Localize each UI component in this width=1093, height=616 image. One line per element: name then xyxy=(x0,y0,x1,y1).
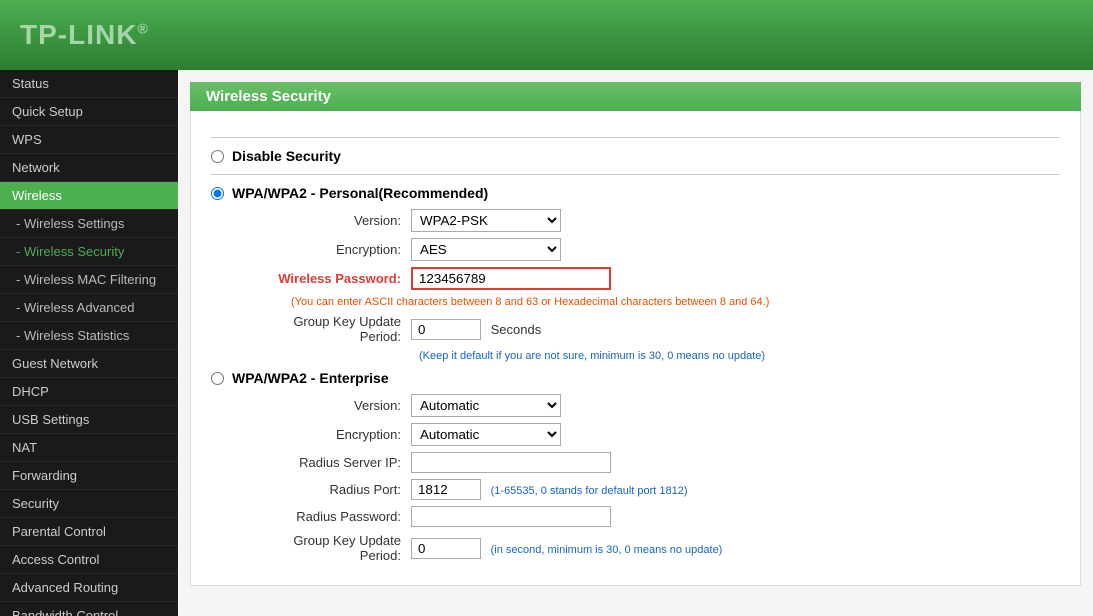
sidebar-item-wireless-settings[interactable]: - Wireless Settings xyxy=(0,210,178,238)
sidebar-item-advanced-routing[interactable]: Advanced Routing xyxy=(0,574,178,602)
enterprise-radius-port-input-wrap: (1-65535, 0 stands for default port 1812… xyxy=(411,479,688,500)
enterprise-radius-ip-input-wrap xyxy=(411,452,611,473)
sidebar-item-wps[interactable]: WPS xyxy=(0,126,178,154)
sidebar-item-security[interactable]: Security xyxy=(0,490,178,518)
enterprise-radius-ip-row: Radius Server IP: xyxy=(251,452,1060,473)
disable-security-radio[interactable] xyxy=(211,150,224,163)
enterprise-radius-ip-label: Radius Server IP: xyxy=(251,455,411,470)
personal-password-label: Wireless Password: xyxy=(251,271,411,286)
enterprise-radius-password-input-wrap xyxy=(411,506,611,527)
wpa-personal-row: WPA/WPA2 - Personal(Recommended) xyxy=(211,185,1060,201)
sidebar-item-network[interactable]: Network xyxy=(0,154,178,182)
enterprise-group-key-input[interactable] xyxy=(411,538,481,559)
page-title-bar: Wireless Security xyxy=(190,82,1081,111)
content-area: Disable Security WPA/WPA2 - Personal(Rec… xyxy=(190,111,1081,586)
main-layout: Status Quick Setup WPS Network Wireless … xyxy=(0,70,1093,616)
personal-encryption-select[interactable]: Automatic TKIP AES xyxy=(411,238,561,261)
personal-encryption-label: Encryption: xyxy=(251,242,411,257)
sidebar-item-status[interactable]: Status xyxy=(0,70,178,98)
sidebar-item-usb-settings[interactable]: USB Settings xyxy=(0,406,178,434)
personal-encryption-input-wrap: Automatic TKIP AES xyxy=(411,238,561,261)
personal-password-hint: (You can enter ASCII characters between … xyxy=(291,296,1060,308)
main-content: Wireless Security Disable Security WPA/W… xyxy=(178,70,1093,616)
header: TP-LINK® xyxy=(0,0,1093,70)
disable-security-row: Disable Security xyxy=(211,148,1060,164)
sidebar-item-bandwidth-control[interactable]: Bandwidth Control xyxy=(0,602,178,616)
divider-1 xyxy=(211,174,1060,175)
enterprise-group-key-label: Group Key Update Period: xyxy=(251,533,411,563)
personal-group-key-hint: (Keep it default if you are not sure, mi… xyxy=(419,350,1060,362)
personal-group-key-label: Group Key Update Period: xyxy=(251,314,411,344)
sidebar-item-parental-control[interactable]: Parental Control xyxy=(0,518,178,546)
enterprise-radius-ip-input[interactable] xyxy=(411,452,611,473)
wpa-personal-label[interactable]: WPA/WPA2 - Personal(Recommended) xyxy=(232,185,488,201)
sidebar-item-quick-setup[interactable]: Quick Setup xyxy=(0,98,178,126)
sidebar-item-forwarding[interactable]: Forwarding xyxy=(0,462,178,490)
enterprise-radius-password-row: Radius Password: xyxy=(251,506,1060,527)
sidebar-item-wireless-mac[interactable]: - Wireless MAC Filtering xyxy=(0,266,178,294)
personal-password-row: Wireless Password: xyxy=(251,267,1060,290)
enterprise-encryption-select[interactable]: Automatic TKIP AES xyxy=(411,423,561,446)
personal-password-input[interactable] xyxy=(411,267,611,290)
enterprise-group-key-hint: (in second, minimum is 30, 0 means no up… xyxy=(491,544,723,556)
enterprise-radius-port-row: Radius Port: (1-65535, 0 stands for defa… xyxy=(251,479,1060,500)
sidebar-item-wireless[interactable]: Wireless xyxy=(0,182,178,210)
personal-group-key-input[interactable] xyxy=(411,319,481,340)
wpa-personal-radio[interactable] xyxy=(211,187,224,200)
personal-version-select[interactable]: Automatic WPA-PSK WPA2-PSK xyxy=(411,209,561,232)
enterprise-encryption-label: Encryption: xyxy=(251,427,411,442)
enterprise-radius-password-input[interactable] xyxy=(411,506,611,527)
personal-group-key-input-wrap: Seconds xyxy=(411,319,541,340)
personal-version-input-wrap: Automatic WPA-PSK WPA2-PSK xyxy=(411,209,561,232)
sidebar: Status Quick Setup WPS Network Wireless … xyxy=(0,70,178,616)
wpa-enterprise-row: WPA/WPA2 - Enterprise xyxy=(211,370,1060,386)
personal-group-key-unit: Seconds xyxy=(491,322,542,337)
sidebar-item-guest-network[interactable]: Guest Network xyxy=(0,350,178,378)
divider-top xyxy=(211,137,1060,138)
wpa-personal-form: Version: Automatic WPA-PSK WPA2-PSK Encr… xyxy=(251,209,1060,362)
wpa-enterprise-radio[interactable] xyxy=(211,372,224,385)
wpa-enterprise-form: Version: Automatic WPA WPA2 Encryption: xyxy=(251,394,1060,563)
sidebar-item-access-control[interactable]: Access Control xyxy=(0,546,178,574)
page-title: Wireless Security xyxy=(206,88,331,105)
enterprise-encryption-row: Encryption: Automatic TKIP AES xyxy=(251,423,1060,446)
enterprise-radius-port-hint: (1-65535, 0 stands for default port 1812… xyxy=(491,485,688,497)
wpa-enterprise-label[interactable]: WPA/WPA2 - Enterprise xyxy=(232,370,389,386)
disable-security-label[interactable]: Disable Security xyxy=(232,148,341,164)
personal-encryption-row: Encryption: Automatic TKIP AES xyxy=(251,238,1060,261)
enterprise-group-key-input-wrap: (in second, minimum is 30, 0 means no up… xyxy=(411,538,722,559)
personal-version-row: Version: Automatic WPA-PSK WPA2-PSK xyxy=(251,209,1060,232)
enterprise-radius-port-input[interactable] xyxy=(411,479,481,500)
sidebar-item-dhcp[interactable]: DHCP xyxy=(0,378,178,406)
logo-reg: ® xyxy=(137,21,148,37)
enterprise-version-select[interactable]: Automatic WPA WPA2 xyxy=(411,394,561,417)
personal-password-input-wrap xyxy=(411,267,611,290)
enterprise-radius-port-label: Radius Port: xyxy=(251,482,411,497)
logo-text: TP-LINK xyxy=(20,19,137,50)
sidebar-item-wireless-security[interactable]: - Wireless Security xyxy=(0,238,178,266)
sidebar-item-wireless-advanced[interactable]: - Wireless Advanced xyxy=(0,294,178,322)
enterprise-version-row: Version: Automatic WPA WPA2 xyxy=(251,394,1060,417)
enterprise-encryption-input-wrap: Automatic TKIP AES xyxy=(411,423,561,446)
personal-version-label: Version: xyxy=(251,213,411,228)
enterprise-version-input-wrap: Automatic WPA WPA2 xyxy=(411,394,561,417)
enterprise-group-key-row: Group Key Update Period: (in second, min… xyxy=(251,533,1060,563)
logo: TP-LINK® xyxy=(20,19,149,51)
enterprise-version-label: Version: xyxy=(251,398,411,413)
personal-group-key-row: Group Key Update Period: Seconds xyxy=(251,314,1060,344)
sidebar-item-wireless-statistics[interactable]: - Wireless Statistics xyxy=(0,322,178,350)
enterprise-radius-password-label: Radius Password: xyxy=(251,509,411,524)
sidebar-item-nat[interactable]: NAT xyxy=(0,434,178,462)
